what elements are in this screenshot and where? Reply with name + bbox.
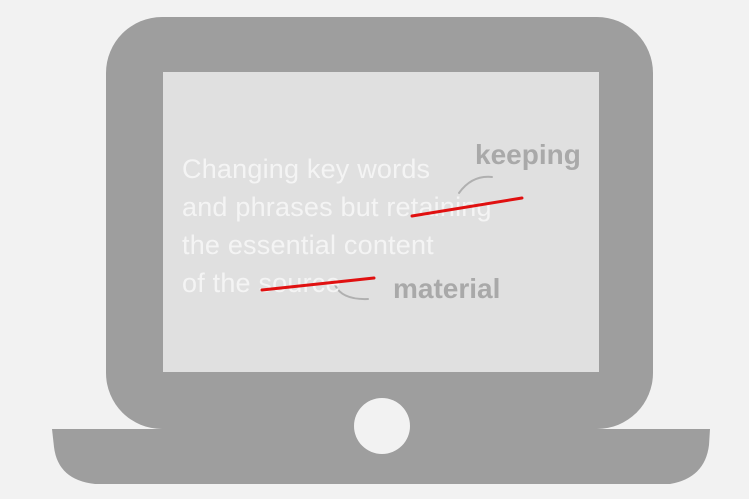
struck-word: source (258, 268, 341, 298)
sentence-text: the essential content (182, 230, 434, 260)
sentence-line: Changing key words (182, 150, 492, 188)
replacement-word: material (393, 273, 501, 304)
sentence-line: and phrases but retaining (182, 188, 492, 226)
home-button-icon (354, 398, 410, 454)
sentence-text: Changing key words (182, 154, 431, 184)
sentence-text: of the (182, 268, 259, 298)
sentence-line: the essential content (182, 226, 492, 264)
replacement-word: keeping (475, 139, 581, 170)
struck-word: retaining (386, 192, 492, 222)
sentence-text: and phrases but (182, 192, 387, 222)
